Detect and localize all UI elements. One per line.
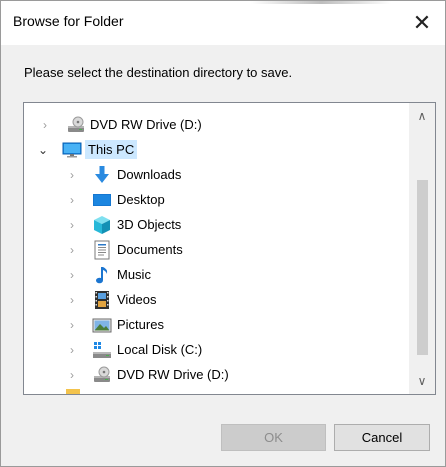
tree-item-label: DVD RW Drive (D:) xyxy=(117,367,229,382)
this-pc-icon xyxy=(62,142,82,157)
local-disk-icon xyxy=(93,341,111,358)
title-bar-shadow xyxy=(251,1,391,4)
tree-item-label: Desktop xyxy=(117,192,165,207)
chevron-right-icon[interactable]: › xyxy=(66,343,78,357)
chevron-right-icon[interactable]: › xyxy=(66,168,78,182)
tree-item-local-disk[interactable]: › Local Disk (C:) xyxy=(24,337,410,362)
tree-item-desktop[interactable]: › Desktop xyxy=(24,187,410,212)
title-bar[interactable]: Browse for Folder ✕ xyxy=(1,1,445,45)
tree-item-label: Pictures xyxy=(117,317,164,332)
tree-item-partial xyxy=(66,389,80,394)
tree-item-3d-objects[interactable]: › 3D Objects xyxy=(24,212,410,237)
tree-item-videos[interactable]: › Videos xyxy=(24,287,410,312)
dvd-drive-icon xyxy=(94,366,110,382)
tree-item-label: Local Disk (C:) xyxy=(117,342,203,357)
tree-item-label: Videos xyxy=(117,292,157,307)
ok-button[interactable]: OK xyxy=(221,424,326,451)
dialog-title: Browse for Folder xyxy=(13,13,124,29)
chevron-right-icon[interactable]: › xyxy=(66,268,78,282)
music-icon xyxy=(96,266,108,283)
chevron-up-icon: ∧ xyxy=(417,109,427,123)
tree-item-music[interactable]: › Music xyxy=(24,262,410,287)
tree-item-dvd-drive[interactable]: › DVD RW Drive (D:) xyxy=(24,362,410,387)
instruction-text: Please select the destination directory … xyxy=(24,65,293,80)
pictures-icon xyxy=(92,318,112,332)
browse-for-folder-dialog: Browse for Folder ✕ Please select the de… xyxy=(0,0,446,467)
chevron-right-icon[interactable]: › xyxy=(66,293,78,307)
tree-item-label: DVD RW Drive (D:) xyxy=(90,117,202,132)
scroll-thumb[interactable] xyxy=(417,180,428,355)
tree-item-this-pc[interactable]: ⌄ This PC xyxy=(24,137,410,162)
chevron-right-icon[interactable]: › xyxy=(66,318,78,332)
documents-icon xyxy=(94,240,110,259)
tree-item-label: 3D Objects xyxy=(117,217,182,232)
tree-item-label: This PC xyxy=(85,140,138,159)
close-button[interactable]: ✕ xyxy=(399,1,445,45)
tree-item-label: Music xyxy=(117,267,151,282)
tree-item-documents[interactable]: › Documents xyxy=(24,237,410,262)
folder-tree[interactable]: › DVD RW Drive (D:) ⌄ This PC › Download… xyxy=(23,102,436,395)
dvd-drive-icon xyxy=(68,116,84,132)
tree-item-label: Downloads xyxy=(117,167,182,182)
chevron-right-icon[interactable]: › xyxy=(66,218,78,232)
chevron-down-icon: ∨ xyxy=(417,374,427,388)
chevron-right-icon[interactable]: › xyxy=(66,368,78,382)
chevron-right-icon[interactable]: › xyxy=(66,193,78,207)
chevron-down-icon[interactable]: ⌄ xyxy=(37,143,49,157)
chevron-right-icon[interactable]: › xyxy=(66,243,78,257)
tree-item-label: Documents xyxy=(117,242,183,257)
scroll-down-button[interactable]: ∨ xyxy=(409,368,435,394)
videos-icon xyxy=(95,290,109,309)
tree-item-downloads[interactable]: › Downloads xyxy=(24,162,410,187)
downloads-icon xyxy=(95,165,109,183)
vertical-scrollbar[interactable]: ∧ ∨ xyxy=(409,103,435,394)
tree-item-pictures[interactable]: › Pictures xyxy=(24,312,410,337)
tree-item-dvd-drive[interactable]: › DVD RW Drive (D:) xyxy=(24,112,410,137)
desktop-icon xyxy=(93,193,111,206)
scroll-up-button[interactable]: ∧ xyxy=(409,103,435,129)
chevron-right-icon[interactable]: › xyxy=(39,118,51,132)
cancel-button[interactable]: Cancel xyxy=(334,424,430,451)
close-icon: ✕ xyxy=(412,10,432,35)
3d-objects-icon xyxy=(94,215,110,234)
